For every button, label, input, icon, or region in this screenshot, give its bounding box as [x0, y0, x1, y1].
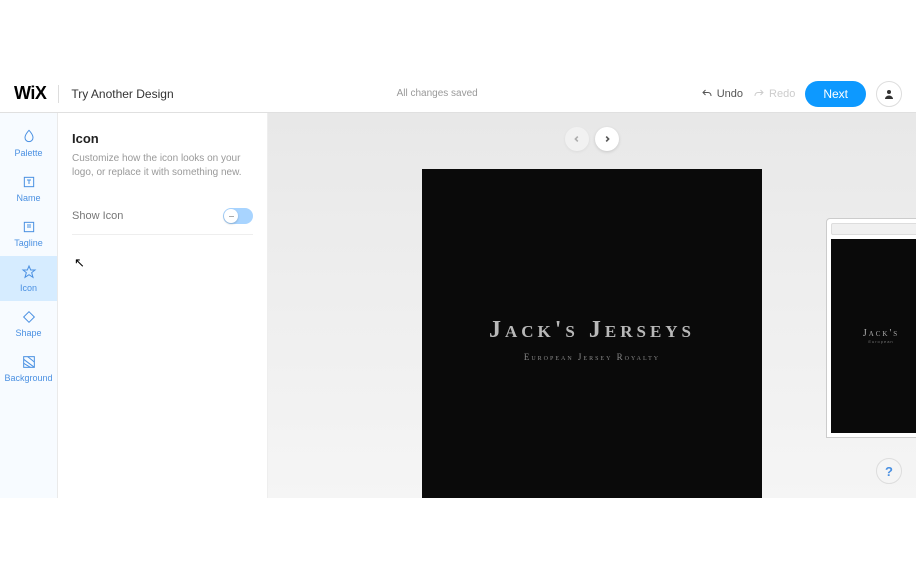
toggle-knob [224, 209, 238, 223]
chevron-left-icon [573, 135, 581, 143]
palette-icon [21, 129, 37, 145]
next-button[interactable]: Next [805, 81, 866, 107]
divider [58, 85, 59, 103]
prev-design-button [565, 127, 589, 151]
account-button[interactable] [876, 81, 902, 107]
redo-button: Redo [753, 88, 795, 100]
logo-preview-card[interactable]: Jack's Jerseys European Jersey Royalty [422, 169, 762, 498]
help-button[interactable]: ? [876, 458, 902, 484]
tagline-icon [21, 219, 37, 235]
preview-nav [565, 127, 619, 151]
try-another-link[interactable]: Try Another Design [71, 87, 173, 101]
rail-icon[interactable]: Icon [0, 256, 57, 301]
shape-icon [21, 309, 37, 325]
redo-icon [753, 88, 765, 100]
sidebar-rail: Palette Name Tagline Icon Shape Backgrou… [0, 113, 58, 498]
cursor-icon: ↖ [74, 255, 85, 271]
laptop-content: Jack's European [831, 239, 916, 433]
rail-shape[interactable]: Shape [0, 301, 57, 346]
panel-title: Icon [72, 131, 253, 146]
wix-logo: WiX [14, 83, 46, 104]
rail-tagline[interactable]: Tagline [0, 211, 57, 256]
background-icon [21, 354, 37, 370]
laptop-screen: Jack's European [826, 218, 916, 438]
undo-button[interactable]: Undo [701, 88, 743, 100]
top-actions: Undo Redo Next [701, 81, 902, 107]
next-design-button[interactable] [595, 127, 619, 151]
rail-palette[interactable]: Palette [0, 121, 57, 166]
rail-name[interactable]: Name [0, 166, 57, 211]
chevron-right-icon [603, 135, 611, 143]
user-icon [883, 88, 895, 100]
save-status: All changes saved [174, 88, 701, 99]
laptop-url-bar [831, 223, 916, 235]
preview-canvas: Jack's Jerseys European Jersey Royalty J… [268, 113, 916, 498]
logo-tagline: European Jersey Royalty [524, 352, 660, 362]
laptop-logo-tag: European [868, 339, 893, 344]
show-icon-label: Show Icon [72, 210, 123, 222]
laptop-mockup: Jack's European [826, 218, 916, 438]
rail-background[interactable]: Background [0, 346, 57, 391]
name-icon [21, 174, 37, 190]
main: Palette Name Tagline Icon Shape Backgrou… [0, 113, 916, 498]
logo-name: Jack's Jerseys [489, 317, 695, 344]
panel-description: Customize how the icon looks on your log… [72, 152, 253, 180]
star-icon [21, 264, 37, 280]
show-icon-row: Show Icon [72, 198, 253, 235]
show-icon-toggle[interactable] [223, 208, 253, 224]
laptop-logo-name: Jack's [863, 328, 899, 339]
undo-icon [701, 88, 713, 100]
side-panel: Icon Customize how the icon looks on you… [58, 113, 268, 498]
top-bar: WiX Try Another Design All changes saved… [0, 75, 916, 113]
